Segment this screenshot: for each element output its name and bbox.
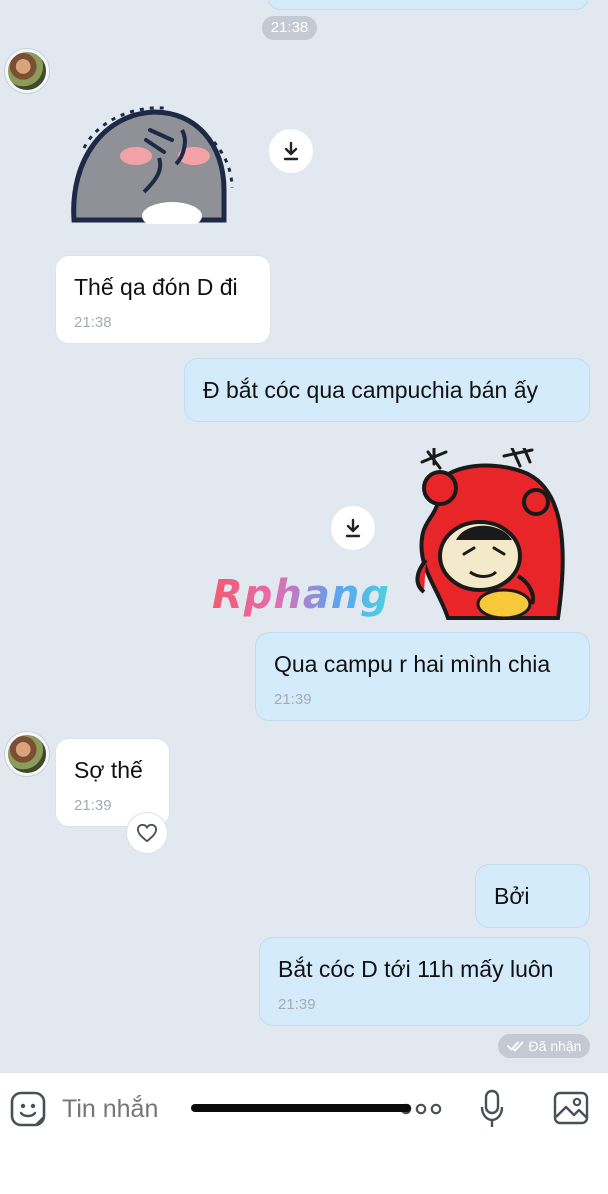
- sticker-icon[interactable]: [10, 1091, 46, 1127]
- chat-area[interactable]: 21:38 Thế qa đón D đi 21:38 Đ bắt cóc qu…: [0, 0, 608, 1072]
- download-sticker-button[interactable]: [330, 505, 376, 551]
- message-time: 21:39: [74, 797, 112, 814]
- message-text: Bắt cóc D tới 11h mấy luôn: [278, 956, 554, 982]
- message-text: Thế qa đón D đi: [74, 274, 238, 300]
- watermark: Rphang: [212, 572, 391, 618]
- heart-icon: [136, 823, 158, 843]
- download-sticker-button[interactable]: [268, 128, 314, 174]
- sticker-shy-mouse[interactable]: [64, 100, 236, 230]
- message-time: 21:38: [74, 314, 112, 331]
- previous-message-bubble[interactable]: [268, 0, 588, 10]
- message-text: Đ bắt cóc qua campuchia bán ấy: [203, 377, 538, 403]
- contact-avatar[interactable]: [5, 732, 49, 776]
- message-input-bar: [0, 1072, 608, 1194]
- message-text: Sợ thế: [74, 757, 143, 783]
- image-icon[interactable]: [553, 1091, 589, 1125]
- message-bubble-incoming[interactable]: Thế qa đón D đi 21:38: [55, 255, 271, 344]
- message-text: Qua campu r hai mình chia: [274, 651, 551, 677]
- message-bubble-outgoing[interactable]: Bởi: [475, 864, 590, 928]
- home-indicator[interactable]: [191, 1104, 411, 1112]
- message-text: Bởi: [494, 883, 530, 909]
- contact-avatar[interactable]: [5, 49, 49, 93]
- sticker-red-monkey[interactable]: [408, 446, 570, 620]
- download-icon: [283, 141, 299, 161]
- time-separator: 21:38: [262, 16, 317, 40]
- received-status-text: Đã nhận: [528, 1038, 582, 1054]
- microphone-icon[interactable]: [480, 1089, 504, 1129]
- message-time: 21:39: [274, 691, 312, 708]
- download-icon: [345, 518, 361, 538]
- react-heart-button[interactable]: [126, 812, 168, 854]
- message-bubble-outgoing[interactable]: Bắt cóc D tới 11h mấy luôn 21:39: [259, 937, 590, 1026]
- message-time: 21:39: [278, 996, 316, 1013]
- double-check-icon: [506, 1041, 523, 1052]
- received-status-badge: Đã nhận: [498, 1034, 590, 1058]
- message-bubble-outgoing[interactable]: Qua campu r hai mình chia 21:39: [255, 632, 590, 721]
- message-bubble-outgoing[interactable]: Đ bắt cóc qua campuchia bán ấy: [184, 358, 590, 422]
